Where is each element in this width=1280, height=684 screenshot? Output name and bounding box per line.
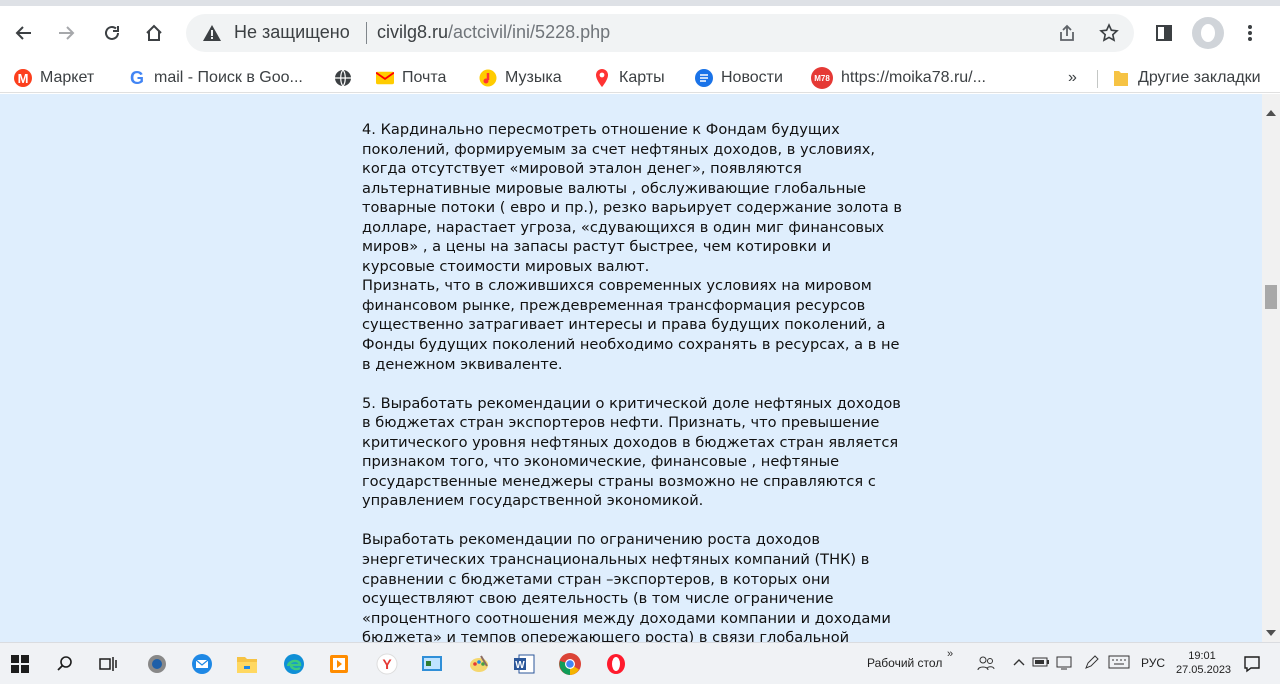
paragraph-5: 5. Выработать рекомендации о критической…	[362, 394, 901, 510]
chrome-icon[interactable]	[558, 652, 582, 676]
back-arrow-icon	[15, 26, 31, 40]
browser-toolbar: Не защищено civilg8.ru/actcivil/ini/5228…	[0, 0, 1280, 63]
forward-arrow-icon	[59, 26, 75, 40]
mail-app-icon[interactable]	[190, 652, 214, 676]
paint-icon[interactable]	[467, 652, 491, 676]
bookmark-label: Музыка	[505, 69, 562, 86]
share-icon[interactable]	[1056, 22, 1078, 44]
side-panel-button[interactable]	[1146, 15, 1182, 51]
bookmark-globe[interactable]	[334, 66, 360, 90]
opera-icon[interactable]	[604, 652, 628, 676]
control-panel-icon[interactable]	[420, 652, 444, 676]
vertical-scrollbar[interactable]	[1262, 94, 1280, 642]
bookmark-news[interactable]: Новости	[695, 66, 783, 90]
notifications-icon[interactable]	[1240, 652, 1264, 676]
folder-icon	[1112, 69, 1130, 87]
file-explorer-icon[interactable]	[235, 652, 259, 676]
profile-avatar[interactable]	[1192, 17, 1224, 49]
forward-button[interactable]	[48, 15, 84, 51]
cortana-icon[interactable]	[145, 652, 169, 676]
clock-date: 27.05.2023	[1176, 664, 1232, 676]
maps-pin-icon	[593, 69, 611, 87]
page-content: 4. Кардинально пересмотреть отношение к …	[0, 94, 1262, 642]
m78-icon: M78	[811, 67, 833, 89]
menu-button[interactable]	[1232, 15, 1268, 51]
bookmark-music[interactable]: Музыка	[479, 66, 562, 90]
kebab-menu-icon	[1248, 25, 1252, 41]
bookmark-label: Почта	[402, 69, 447, 86]
bookmark-maps[interactable]: Карты	[593, 66, 665, 90]
pen-icon[interactable]	[1083, 655, 1099, 674]
bookmark-mail[interactable]: Почта	[376, 66, 446, 90]
home-button[interactable]	[136, 15, 172, 51]
home-icon	[146, 24, 162, 41]
scroll-down-arrow-icon[interactable]	[1262, 624, 1280, 642]
clock[interactable]: 19:01 27.05.2023	[1176, 649, 1232, 677]
battery-icon[interactable]	[1032, 655, 1050, 672]
network-icon[interactable]	[1056, 655, 1074, 674]
edge-icon[interactable]	[282, 652, 306, 676]
article-body: 4. Кардинально пересмотреть отношение к …	[362, 120, 907, 642]
globe-icon	[334, 69, 352, 87]
svg-text:W: W	[515, 660, 525, 671]
bookmarks-divider	[1097, 70, 1098, 88]
keyboard-icon[interactable]	[1108, 655, 1130, 672]
other-bookmarks-label: Другие закладки	[1138, 69, 1261, 86]
yandex-market-icon: M	[14, 69, 32, 87]
mail-icon	[376, 69, 394, 87]
url-domain: civilg8.ru	[377, 22, 449, 42]
warning-icon[interactable]	[202, 23, 222, 43]
omnibox-separator	[366, 22, 367, 44]
bookmark-label: https://moika78.ru/...	[841, 69, 986, 86]
svg-text:Y: Y	[382, 656, 392, 672]
bookmark-label: Новости	[721, 69, 783, 86]
bookmark-market[interactable]: M Маркет	[14, 66, 94, 90]
bookmark-label: Карты	[619, 69, 665, 86]
task-view-icon[interactable]	[96, 652, 120, 676]
bookmarks-bar: M Маркет G mail - Поиск в Goo... Почта М…	[0, 63, 1280, 93]
paragraph-4-conclusion: Признать, что в сложившихся современных …	[362, 277, 900, 373]
address-bar[interactable]: Не защищено civilg8.ru/actcivil/ini/5228…	[186, 14, 1134, 52]
desktop-toolbar-chevron[interactable]: »	[947, 648, 953, 660]
people-icon[interactable]	[977, 655, 995, 674]
back-button[interactable]	[6, 15, 42, 51]
bookmark-moika78[interactable]: M78 https://moika78.ru/...	[811, 66, 986, 90]
desktop-toolbar-label[interactable]: Рабочий стол	[867, 656, 942, 670]
bookmark-google-search[interactable]: G mail - Поиск в Goo...	[128, 66, 303, 90]
windows-start-icon[interactable]	[8, 652, 32, 676]
paragraph-5-recommendation: Выработать рекомендации по ограничению р…	[362, 531, 891, 642]
news-icon	[695, 69, 713, 87]
hidden-icons-chevron-icon[interactable]	[1012, 655, 1026, 672]
taskbar: Y W Рабочий стол » РУС 19:01 27.05.2023	[0, 642, 1280, 684]
bookmark-label: mail - Поиск в Goo...	[154, 69, 303, 86]
word-icon[interactable]: W	[512, 652, 536, 676]
url-text[interactable]: civilg8.ru/actcivil/ini/5228.php	[377, 22, 610, 43]
bookmarks-overflow-button[interactable]: »	[1068, 69, 1077, 87]
reload-icon	[105, 25, 119, 40]
music-icon	[479, 69, 497, 87]
google-icon: G	[129, 67, 144, 88]
side-panel-icon	[1156, 25, 1172, 41]
paragraph-4: 4. Кардинально пересмотреть отношение к …	[362, 121, 902, 275]
input-language[interactable]: РУС	[1141, 656, 1165, 670]
scrollbar-thumb[interactable]	[1265, 285, 1277, 309]
search-icon[interactable]	[53, 652, 77, 676]
other-bookmarks-folder[interactable]: Другие закладки	[1112, 66, 1261, 90]
yandex-browser-icon[interactable]: Y	[375, 652, 399, 676]
bookmark-label: Маркет	[40, 69, 95, 86]
tab-strip-edge	[0, 0, 1280, 6]
media-player-icon[interactable]	[327, 652, 351, 676]
not-secure-label: Не защищено	[234, 22, 350, 42]
clock-time: 19:01	[1188, 650, 1216, 662]
url-path: /actcivil/ini/5228.php	[448, 22, 611, 42]
scroll-up-arrow-icon[interactable]	[1262, 104, 1280, 122]
bookmark-star-icon[interactable]	[1098, 22, 1120, 44]
reload-button[interactable]	[94, 15, 130, 51]
